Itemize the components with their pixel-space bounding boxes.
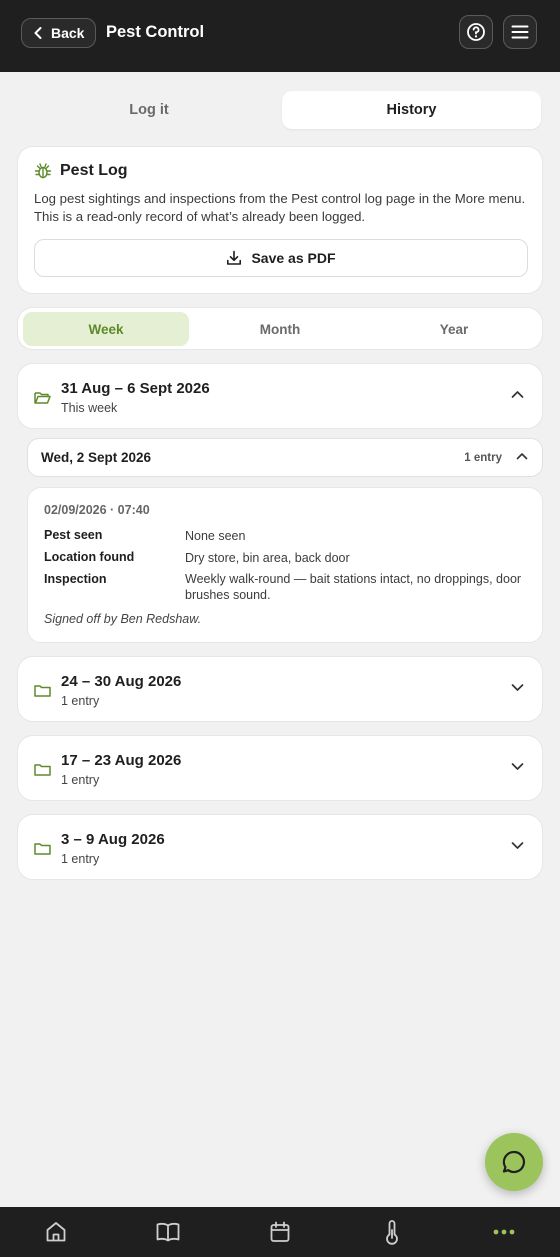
back-button[interactable]: Back bbox=[21, 18, 96, 48]
week-range: 3 – 9 Aug 2026 bbox=[61, 831, 165, 848]
tab-log-it[interactable]: Log it bbox=[18, 91, 280, 129]
segment-week[interactable]: Week bbox=[23, 312, 189, 346]
entry-field-value: Dry store, bin area, back door bbox=[185, 551, 350, 565]
download-icon bbox=[227, 250, 242, 265]
tab-history[interactable]: History bbox=[282, 91, 541, 129]
chat-button[interactable] bbox=[485, 1133, 543, 1191]
week-group[interactable]: 3 – 9 Aug 2026 1 entry bbox=[17, 814, 543, 880]
week-subtitle: 1 entry bbox=[61, 773, 100, 787]
thermometer-icon bbox=[386, 1220, 398, 1245]
entry-field-label: Inspection bbox=[44, 572, 107, 586]
top-bar: Back Pest Control bbox=[0, 0, 560, 72]
view-tabs: Log it History bbox=[18, 91, 542, 129]
chevron-down-icon bbox=[511, 842, 524, 849]
day-entry-count: 1 entry bbox=[464, 452, 502, 464]
nav-more[interactable] bbox=[491, 1219, 517, 1245]
chevron-up-icon bbox=[511, 391, 524, 398]
week-range: 31 Aug – 6 Sept 2026 bbox=[61, 380, 210, 397]
folder-icon bbox=[34, 843, 51, 855]
nav-book[interactable] bbox=[155, 1219, 181, 1245]
entry-field-label: Pest seen bbox=[44, 528, 103, 542]
signed-off-note: Signed off by Ben Redshaw. bbox=[44, 612, 202, 626]
entry-timestamp: 02/09/2026 · 07:40 bbox=[44, 503, 150, 517]
chevron-down-icon bbox=[511, 763, 524, 770]
week-group[interactable]: 24 – 30 Aug 2026 1 entry bbox=[17, 656, 543, 722]
week-subtitle: 1 entry bbox=[61, 852, 100, 866]
week-subtitle: This week bbox=[61, 401, 118, 415]
save-pdf-button[interactable]: Save as PDF bbox=[34, 239, 528, 277]
pest-log-title: Pest Log bbox=[60, 162, 128, 179]
calendar-icon bbox=[270, 1221, 290, 1242]
chevron-up-icon bbox=[516, 453, 528, 460]
segment-year[interactable]: Year bbox=[370, 312, 538, 346]
folder-icon bbox=[34, 685, 51, 697]
pest-log-card: Pest Log Log pest sightings and inspecti… bbox=[17, 146, 543, 294]
help-circle-icon bbox=[467, 23, 485, 41]
help-button[interactable] bbox=[459, 15, 493, 49]
pest-log-heading: Pest Log bbox=[34, 162, 128, 180]
chevron-down-icon bbox=[511, 684, 524, 691]
chevron-left-icon bbox=[34, 27, 42, 39]
day-label: Wed, 2 Sept 2026 bbox=[41, 450, 152, 465]
chat-bubble-icon bbox=[502, 1150, 525, 1174]
book-icon bbox=[156, 1222, 180, 1242]
week-range: 17 – 23 Aug 2026 bbox=[61, 752, 182, 769]
menu-icon bbox=[511, 25, 529, 39]
week-range: 24 – 30 Aug 2026 bbox=[61, 673, 182, 690]
nav-home[interactable] bbox=[43, 1219, 69, 1245]
pest-log-description: Log pest sightings and inspections from … bbox=[34, 191, 526, 224]
period-selector: Week Month Year bbox=[17, 307, 543, 350]
nav-temperature[interactable] bbox=[379, 1219, 405, 1245]
bug-icon bbox=[34, 163, 52, 179]
back-label: Back bbox=[51, 25, 85, 41]
day-group[interactable]: Wed, 2 Sept 2026 1 entry bbox=[27, 438, 543, 477]
home-icon bbox=[46, 1222, 66, 1242]
entry-field-label: Location found bbox=[44, 550, 135, 564]
nav-calendar[interactable] bbox=[267, 1219, 293, 1245]
entry-field-value: None seen bbox=[185, 529, 246, 543]
folder-icon bbox=[34, 764, 51, 776]
entry-field-value: Weekly walk-round — bait stations intact… bbox=[185, 572, 522, 602]
more-dots-icon bbox=[493, 1229, 515, 1235]
save-pdf-label: Save as PDF bbox=[251, 250, 336, 266]
week-subtitle: 1 entry bbox=[61, 694, 100, 708]
page-title: Pest Control bbox=[106, 23, 205, 41]
folder-open-icon bbox=[34, 392, 51, 404]
log-entry: 02/09/2026 · 07:40 Pest seen None seen L… bbox=[27, 487, 543, 643]
menu-button[interactable] bbox=[503, 15, 537, 49]
week-group-current[interactable]: 31 Aug – 6 Sept 2026 This week bbox=[17, 363, 543, 429]
week-group[interactable]: 17 – 23 Aug 2026 1 entry bbox=[17, 735, 543, 801]
bottom-nav bbox=[0, 1207, 560, 1257]
segment-month[interactable]: Month bbox=[196, 312, 364, 346]
